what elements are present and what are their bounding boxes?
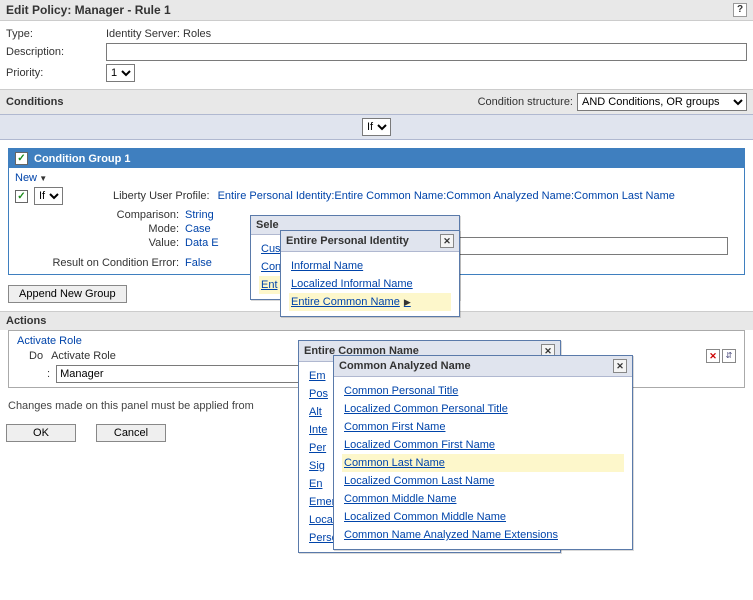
close-icon[interactable]: ✕ xyxy=(613,359,627,373)
value-input[interactable] xyxy=(438,237,728,255)
comparison-label: Comparison: xyxy=(35,209,185,221)
list-item[interactable]: Localized Common First Name xyxy=(342,436,624,454)
if-select[interactable]: If xyxy=(362,118,391,136)
list-item[interactable]: Common First Name xyxy=(342,418,624,436)
help-icon[interactable]: ? xyxy=(733,3,747,17)
priority-label: Priority: xyxy=(6,67,106,79)
profile-value[interactable]: Entire Personal Identity:Entire Common N… xyxy=(218,190,675,202)
popup3-title: Common Analyzed Name xyxy=(339,360,471,372)
row-if-select[interactable]: If xyxy=(34,187,63,205)
list-item[interactable]: Localized Common Last Name xyxy=(342,472,624,490)
conditions-header: Conditions Condition structure: AND Cond… xyxy=(0,89,753,114)
popup1-title: Entire Personal Identity xyxy=(286,235,409,247)
condition-checkbox[interactable] xyxy=(15,190,28,203)
reorder-icon[interactable]: ⇵ xyxy=(722,349,736,363)
error-value[interactable]: False xyxy=(185,257,212,269)
value-value[interactable]: Data E xyxy=(185,237,219,255)
ok-button[interactable]: OK xyxy=(6,424,76,442)
condition-group-title: Condition Group 1 xyxy=(34,153,131,165)
value-label: Value: xyxy=(35,237,185,255)
description-label: Description: xyxy=(6,46,106,58)
profile-label: Liberty User Profile: xyxy=(113,190,210,202)
do-action: Activate Role xyxy=(51,350,116,362)
list-item[interactable]: Common Last Name xyxy=(342,454,624,472)
page-title: Edit Policy: Manager - Rule 1 xyxy=(6,3,171,17)
do-label: Do xyxy=(29,350,43,362)
list-item[interactable]: Entire Common Name▶ xyxy=(289,293,451,311)
group-checkbox[interactable] xyxy=(15,152,28,165)
append-group-button[interactable]: Append New Group xyxy=(8,285,127,303)
mode-label: Mode: xyxy=(35,223,185,235)
comparison-value[interactable]: String xyxy=(185,209,214,221)
condition-structure-label: Condition structure: xyxy=(478,96,573,108)
list-item[interactable]: Localized Common Middle Name xyxy=(342,508,624,526)
list-item[interactable]: Informal Name xyxy=(289,257,451,275)
popup-personal-identity: Entire Personal Identity ✕ Informal Name… xyxy=(280,230,460,317)
list-item[interactable]: Common Middle Name xyxy=(342,490,624,508)
type-value: Identity Server: Roles xyxy=(106,28,211,40)
mode-value[interactable]: Case xyxy=(185,223,211,235)
error-label: Result on Condition Error: xyxy=(35,257,185,269)
chevron-right-icon: ▶ xyxy=(404,297,411,308)
if-row: If xyxy=(0,114,753,140)
list-item[interactable]: Localized Common Personal Title xyxy=(342,400,624,418)
list-item[interactable]: Common Personal Title xyxy=(342,382,624,400)
new-menu[interactable]: New xyxy=(15,172,47,184)
role-colon: : xyxy=(47,368,50,380)
close-icon[interactable]: ✕ xyxy=(440,234,454,248)
condition-structure-select[interactable]: AND Conditions, OR groups xyxy=(577,93,747,111)
priority-select[interactable]: 1 xyxy=(106,64,135,82)
popup-analyzed-name: Common Analyzed Name ✕ Common Personal T… xyxy=(333,355,633,550)
list-item[interactable]: Localized Informal Name xyxy=(289,275,451,293)
cancel-button[interactable]: Cancel xyxy=(96,424,166,442)
condition-group-header: Condition Group 1 xyxy=(9,149,744,168)
description-input[interactable] xyxy=(106,43,747,61)
actions-header-label: Actions xyxy=(6,315,46,327)
conditions-header-label: Conditions xyxy=(6,96,63,108)
popup0-title: Sele xyxy=(256,219,279,231)
list-item[interactable]: Common Name Analyzed Name Extensions xyxy=(342,526,624,544)
delete-icon[interactable]: ✕ xyxy=(706,349,720,363)
type-label: Type: xyxy=(6,28,106,40)
